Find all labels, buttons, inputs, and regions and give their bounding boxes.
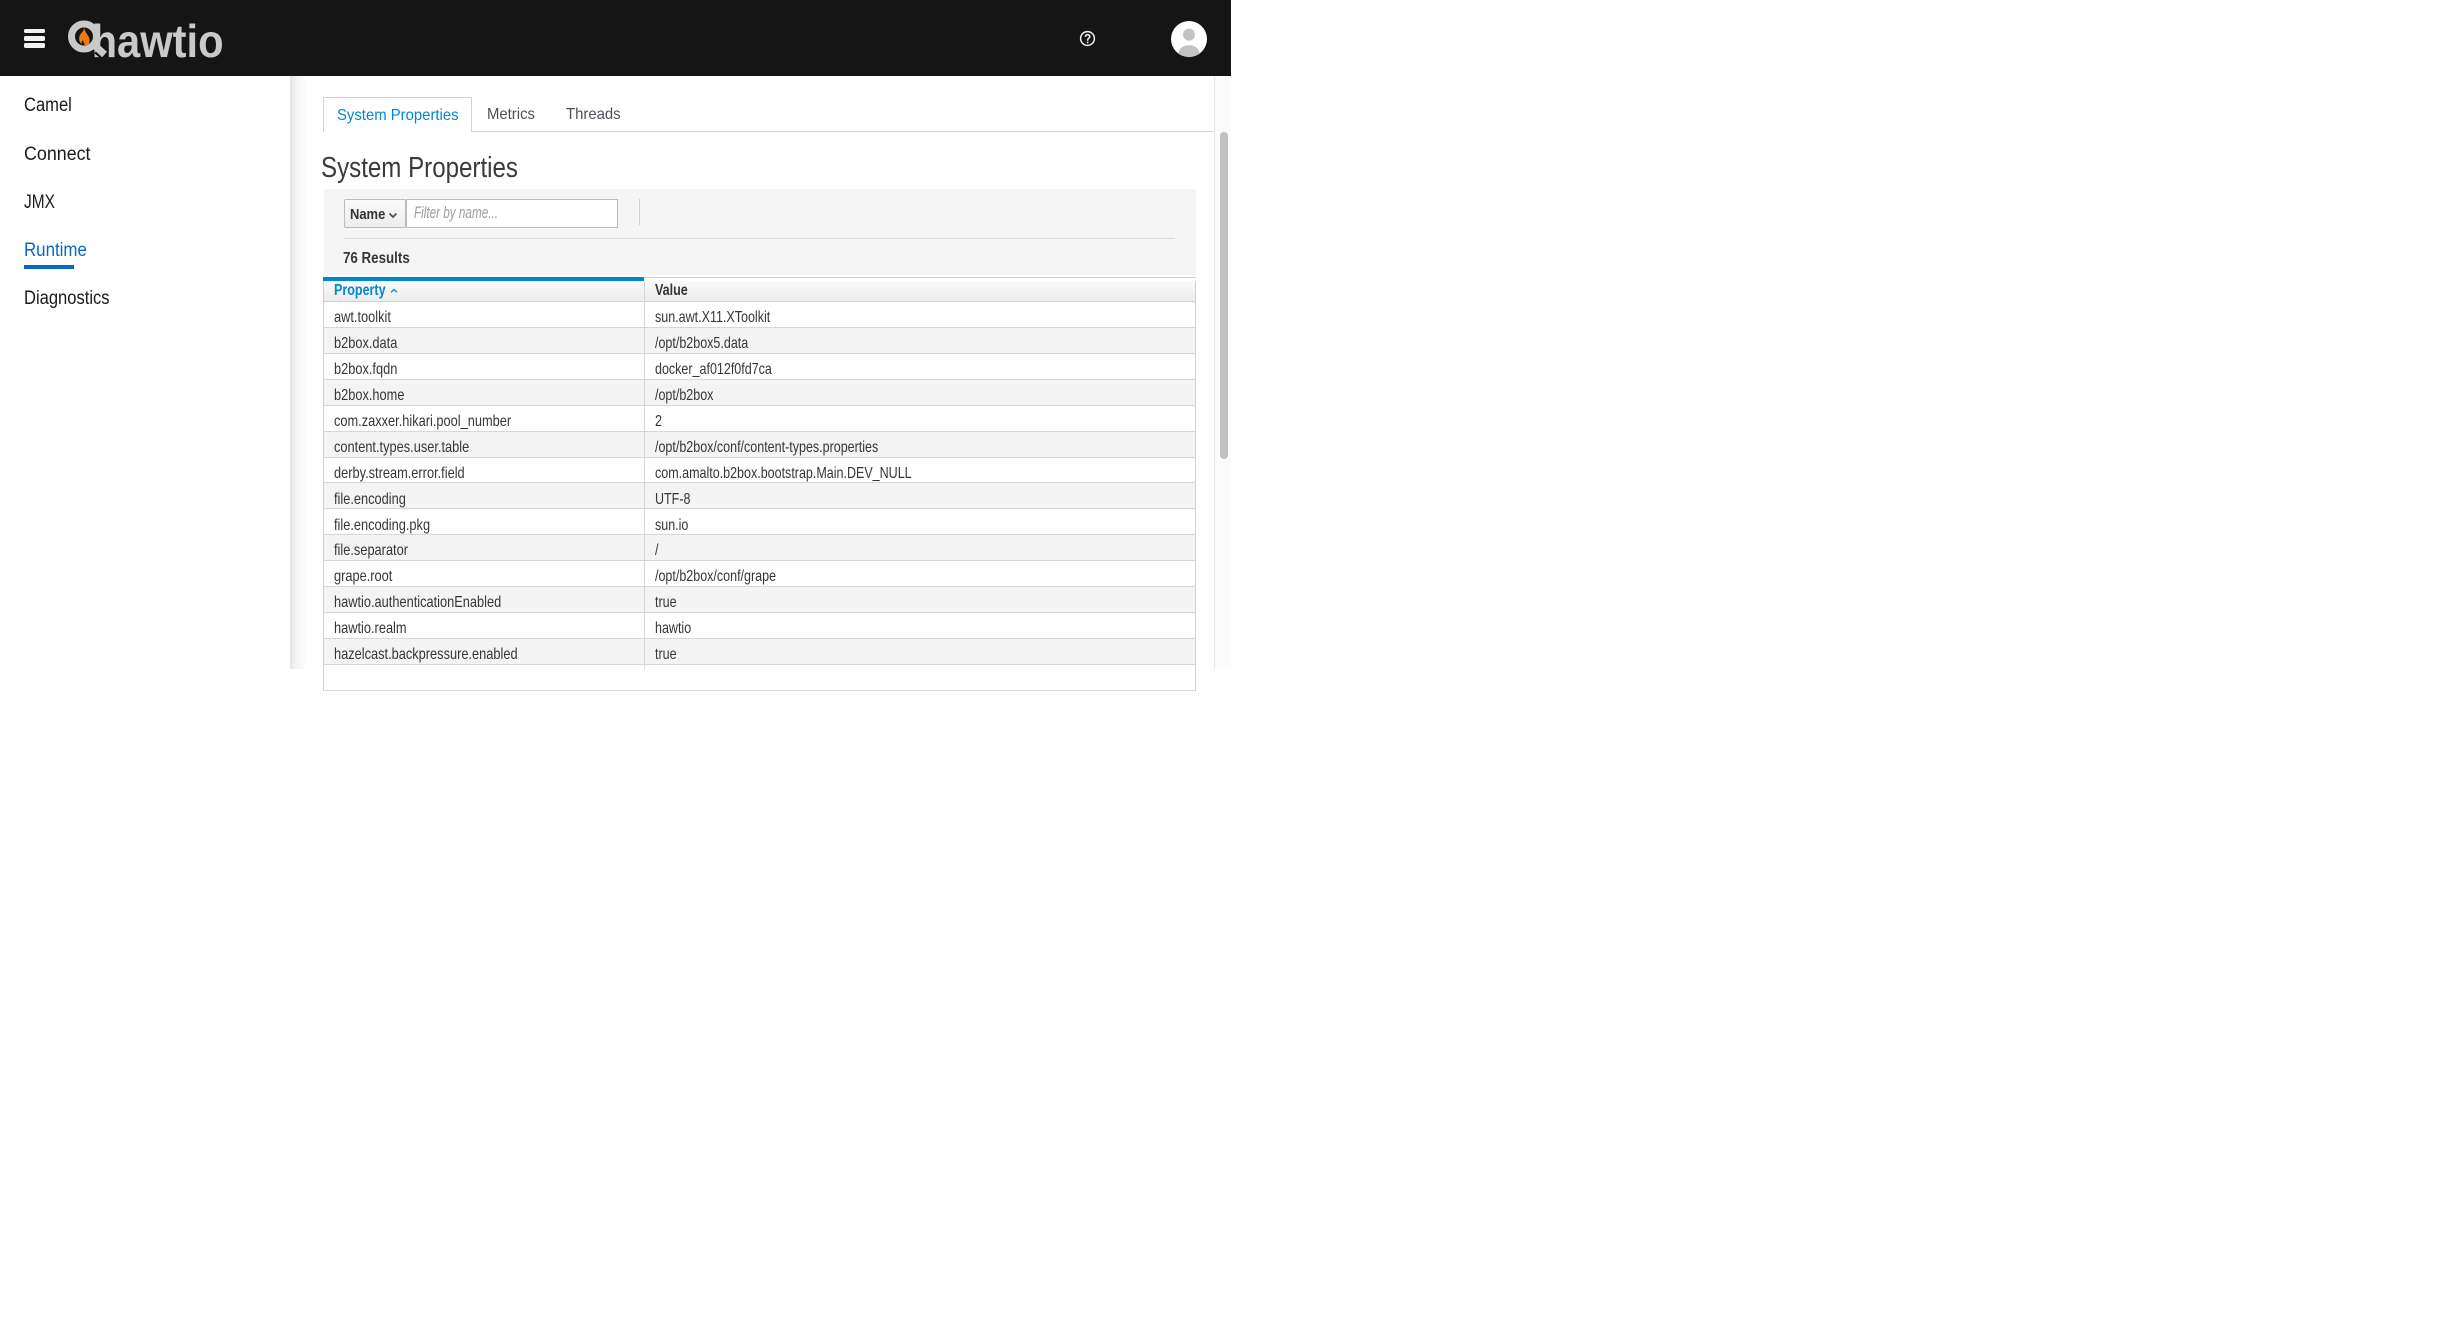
svg-text:hawtio: hawtio: [92, 15, 224, 67]
